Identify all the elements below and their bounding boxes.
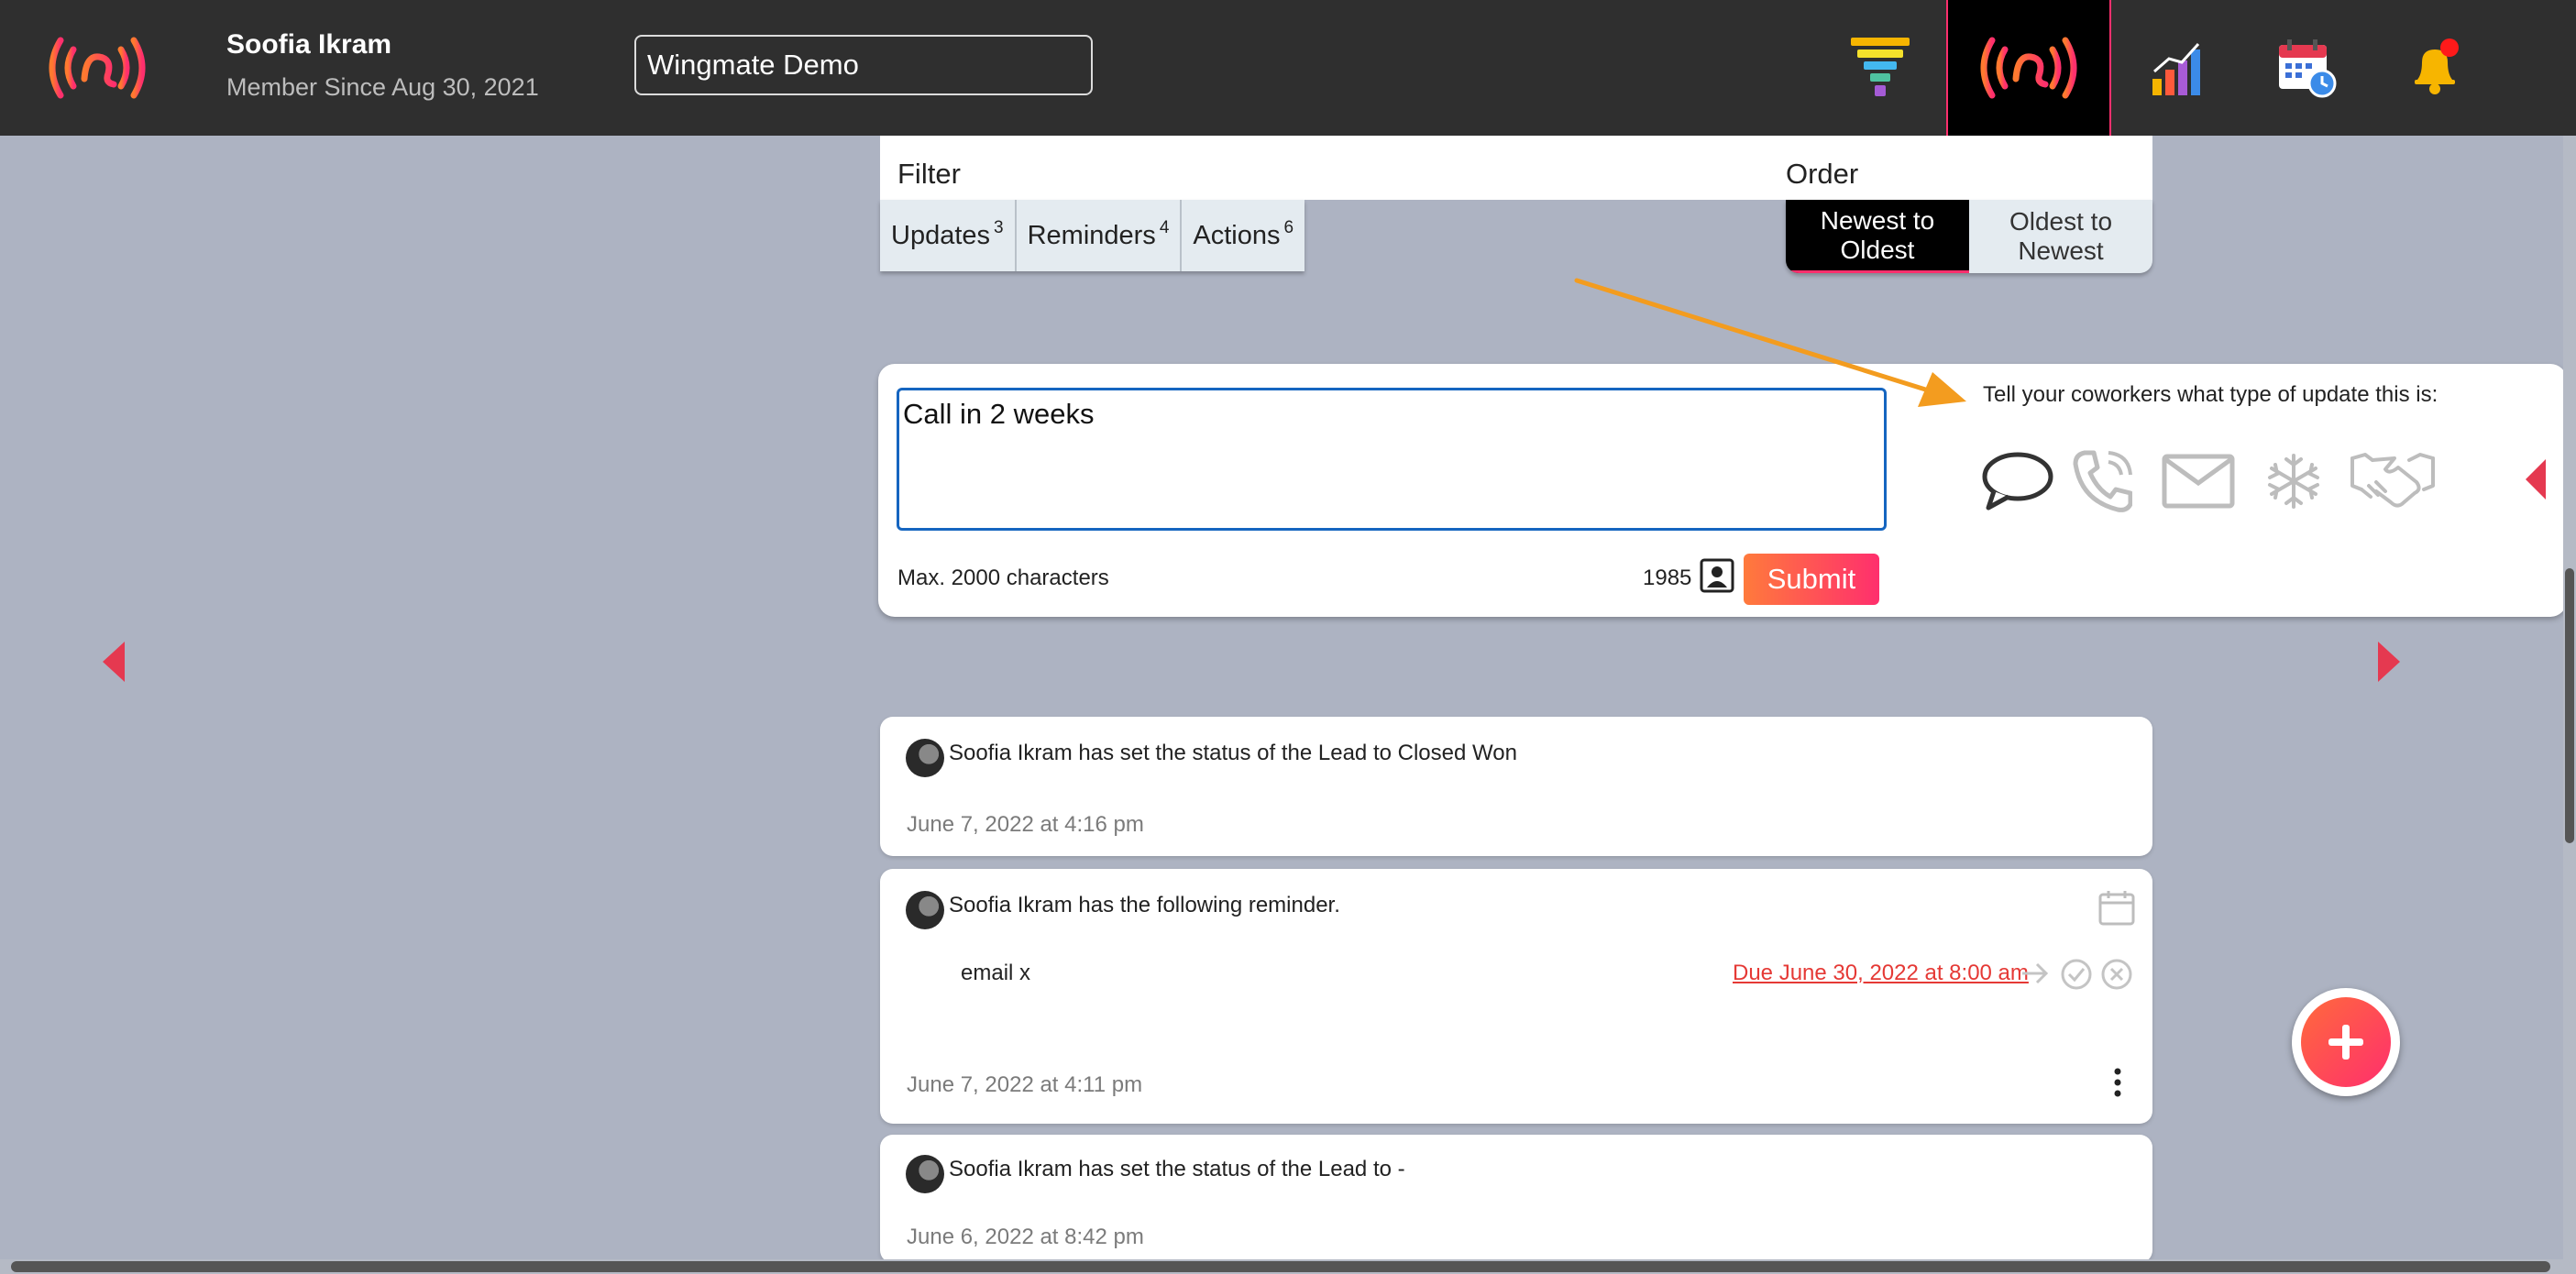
horizontal-scrollbar-thumb[interactable] bbox=[11, 1261, 2550, 1272]
notification-dot-icon bbox=[2440, 38, 2459, 57]
contact-card-icon[interactable] bbox=[1700, 558, 1734, 593]
plus-icon bbox=[2328, 1025, 2363, 1060]
top-navigation-bar: Soofia Ikram Member Since Aug 30, 2021 bbox=[0, 0, 2576, 136]
fab-inner bbox=[2301, 997, 2391, 1087]
funnel-button[interactable] bbox=[1835, 0, 1925, 136]
order-title: Order bbox=[1786, 158, 1859, 190]
project-name-input[interactable] bbox=[634, 35, 1093, 95]
order-line: Newest bbox=[2018, 236, 2104, 265]
filter-tab-count: 6 bbox=[1283, 218, 1294, 237]
activity-date: June 7, 2022 at 4:16 pm bbox=[907, 812, 1144, 837]
filter-tabs: Updates 3 Reminders 4 Actions 6 bbox=[880, 200, 1305, 271]
remaining-characters-count: 1985 bbox=[1643, 566, 1692, 590]
update-type-prompt: Tell your coworkers what type of update … bbox=[1983, 382, 2438, 407]
reminder-due-link[interactable]: Due June 30, 2022 at 8:00 am bbox=[1733, 961, 2029, 986]
max-characters-label: Max. 2000 characters bbox=[897, 566, 1109, 590]
activity-message: Soofia Ikram has set the status of the L… bbox=[949, 741, 1517, 765]
filter-tab-updates[interactable]: Updates 3 bbox=[880, 200, 1017, 271]
previous-lead-arrow-icon[interactable] bbox=[103, 642, 125, 682]
calendar-clock-icon bbox=[2279, 39, 2337, 98]
forward-arrow-icon[interactable] bbox=[2020, 959, 2050, 988]
reminder-text: email x bbox=[961, 961, 1031, 985]
update-type-email[interactable] bbox=[2154, 445, 2242, 518]
analytics-button[interactable] bbox=[2132, 0, 2224, 136]
avatar bbox=[906, 1155, 944, 1193]
order-line: Oldest to bbox=[2009, 207, 2113, 236]
next-lead-arrow-icon[interactable] bbox=[2378, 642, 2400, 682]
email-icon bbox=[2162, 454, 2235, 509]
filter-tab-count: 3 bbox=[994, 218, 1004, 237]
activity-card-status: Soofia Ikram has set the status of the L… bbox=[880, 1135, 2152, 1263]
notifications-button[interactable] bbox=[2389, 0, 2481, 136]
filter-tab-label: Updates bbox=[891, 220, 991, 250]
filter-tab-label: Reminders bbox=[1027, 220, 1156, 250]
updates-tab-button[interactable] bbox=[1946, 0, 2111, 136]
avatar bbox=[906, 739, 944, 777]
handshake-icon bbox=[2350, 453, 2435, 508]
funnel-icon bbox=[1851, 38, 1910, 96]
order-line: Newest to bbox=[1820, 205, 1935, 235]
activity-card-status: Soofia Ikram has set the status of the L… bbox=[880, 717, 2152, 856]
update-type-phone[interactable] bbox=[2058, 445, 2146, 518]
update-type-deal[interactable] bbox=[2349, 445, 2437, 518]
submit-button[interactable]: Submit bbox=[1744, 554, 1879, 605]
dismiss-x-icon[interactable] bbox=[2101, 959, 2132, 990]
calendar-button[interactable] bbox=[2261, 0, 2352, 136]
filter-tab-count: 4 bbox=[1159, 218, 1170, 237]
analytics-chart-icon bbox=[2152, 42, 2200, 95]
wingmate-signal-icon bbox=[1980, 37, 2077, 99]
reminder-calendar-icon bbox=[2098, 891, 2135, 926]
update-type-cold[interactable] bbox=[2250, 445, 2338, 518]
update-types-scroll-left-icon[interactable] bbox=[2526, 459, 2546, 500]
activity-card-reminder: Soofia Ikram has the following reminder.… bbox=[880, 869, 2152, 1124]
user-name: Soofia Ikram bbox=[226, 29, 392, 60]
order-line: Oldest bbox=[1840, 235, 1915, 264]
filter-order-panel: Filter Order bbox=[880, 136, 2152, 200]
filter-tab-reminders[interactable]: Reminders 4 bbox=[1017, 200, 1183, 271]
filter-tab-actions[interactable]: Actions 6 bbox=[1182, 200, 1305, 271]
activity-date: June 6, 2022 at 8:42 pm bbox=[907, 1225, 1144, 1249]
filter-tab-label: Actions bbox=[1193, 220, 1281, 250]
order-oldest-to-newest[interactable]: Oldest to Newest bbox=[1969, 200, 2152, 273]
activity-message: Soofia Ikram has the following reminder. bbox=[949, 893, 1340, 917]
update-type-chat[interactable] bbox=[1974, 445, 2062, 518]
avatar bbox=[906, 891, 944, 929]
order-tabs: Newest to Oldest Oldest to Newest bbox=[1786, 200, 2152, 273]
order-newest-to-oldest[interactable]: Newest to Oldest bbox=[1786, 200, 1969, 273]
wingmate-logo[interactable] bbox=[40, 31, 154, 104]
activity-message: Soofia Ikram has set the status of the L… bbox=[949, 1157, 1405, 1181]
chat-bubble-icon bbox=[1982, 452, 2053, 511]
vertical-scrollbar-thumb[interactable] bbox=[2565, 568, 2574, 843]
complete-check-icon[interactable] bbox=[2061, 959, 2092, 990]
notification-bell-icon bbox=[2415, 38, 2459, 94]
filter-title: Filter bbox=[897, 158, 961, 190]
annotation-arrow bbox=[1574, 278, 1966, 407]
snowflake-icon bbox=[2268, 454, 2319, 509]
more-options-icon[interactable] bbox=[2112, 1067, 2123, 1098]
phone-icon bbox=[2073, 450, 2132, 512]
activity-date: June 7, 2022 at 4:11 pm bbox=[907, 1072, 1143, 1097]
member-since-label: Member Since Aug 30, 2021 bbox=[226, 73, 539, 101]
add-activity-button[interactable] bbox=[2292, 988, 2400, 1096]
